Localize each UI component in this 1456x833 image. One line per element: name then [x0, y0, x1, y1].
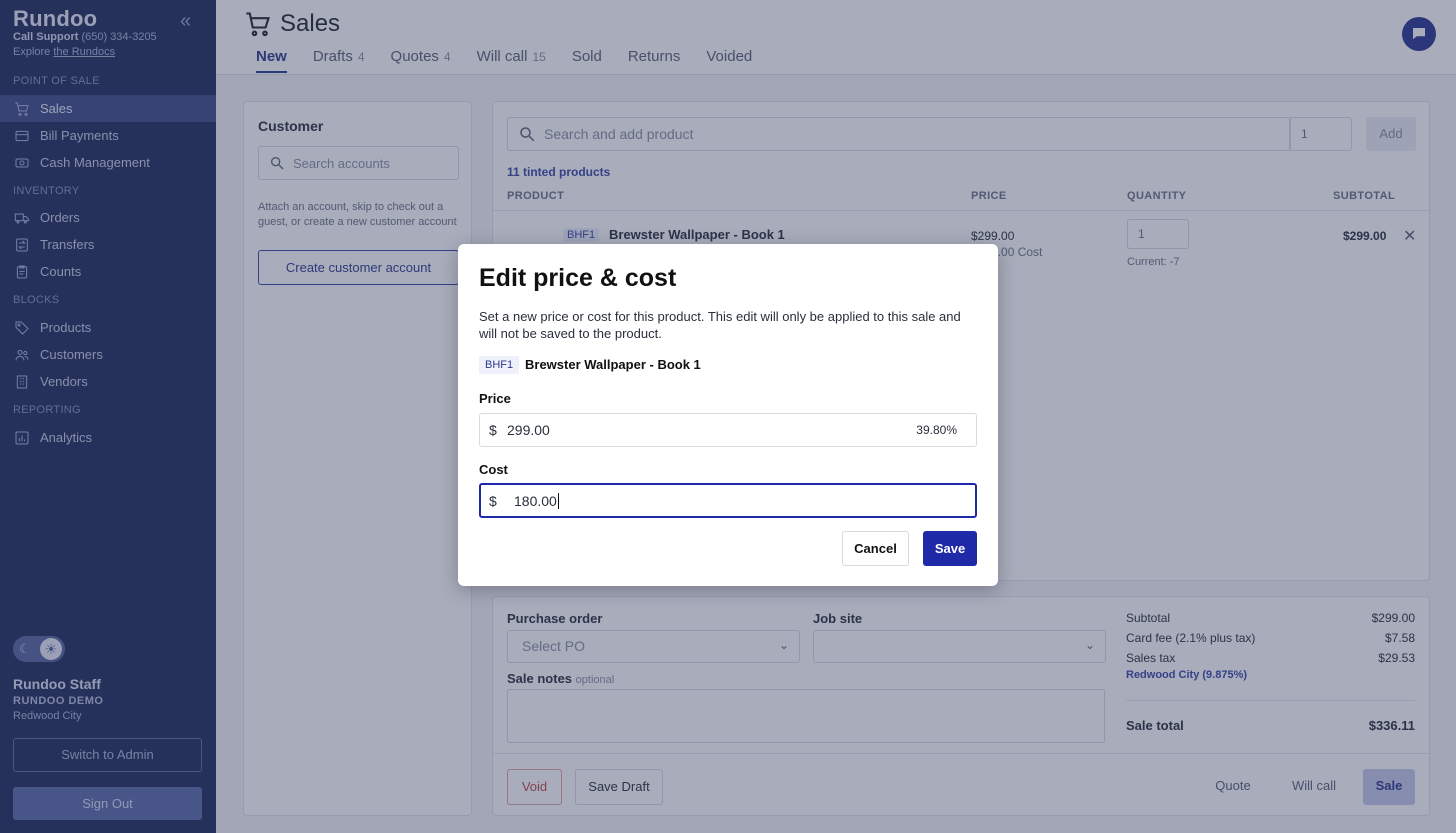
cost-input[interactable]: $ 180.00: [479, 483, 977, 518]
cost-value: 180.00: [514, 493, 557, 509]
margin-percent: 39.80%: [916, 423, 957, 437]
price-value: 299.00: [507, 422, 550, 438]
currency-symbol: $: [489, 493, 497, 509]
product-name: Brewster Wallpaper - Book 1: [525, 357, 701, 372]
cost-value-wrap: 180.00: [514, 493, 559, 509]
price-input[interactable]: $ 299.00 39.80%: [479, 413, 977, 447]
sku-badge: BHF1: [479, 356, 520, 374]
currency-symbol: $: [489, 422, 497, 438]
dialog-title: Edit price & cost: [479, 264, 677, 292]
price-label: Price: [479, 391, 511, 406]
cancel-button[interactable]: Cancel: [842, 531, 909, 566]
dialog-description: Set a new price or cost for this product…: [479, 309, 961, 341]
cost-label: Cost: [479, 462, 508, 477]
text-caret: [557, 493, 559, 509]
save-button[interactable]: Save: [923, 531, 977, 566]
edit-price-cost-dialog: Edit price & cost Set a new price or cos…: [458, 244, 998, 586]
